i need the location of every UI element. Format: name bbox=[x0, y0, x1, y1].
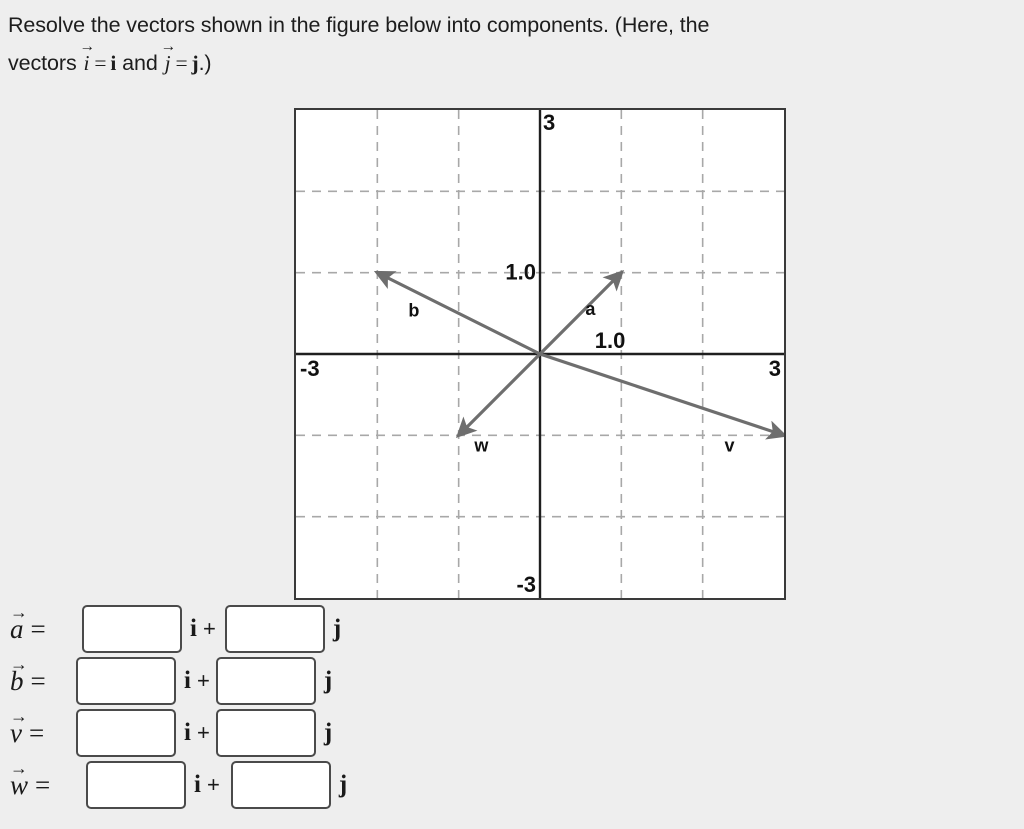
vector-i-italic: → i bbox=[80, 38, 95, 75]
vector-arrow-icon: → bbox=[10, 654, 28, 675]
answer-label-b: → b = bbox=[6, 655, 76, 697]
prompt-line-2: vectors → i = i and → j = j.) bbox=[8, 38, 1018, 82]
unit-vector-i-label: i bbox=[190, 615, 197, 642]
vector-figure: 3 -3 -3 3 1.0 1.0 a b v w bbox=[294, 108, 786, 600]
answer-row-a: → a = i + j bbox=[6, 602, 506, 656]
unit-vector-i-label: i bbox=[194, 771, 201, 798]
question-prompt: Resolve the vectors shown in the figure … bbox=[8, 6, 1018, 82]
vector-label-a: a bbox=[585, 299, 596, 319]
tick-label-y-unit: 1.0 bbox=[505, 260, 536, 285]
tick-label-y-min: -3 bbox=[516, 572, 536, 597]
vector-plot-svg: 3 -3 -3 3 1.0 1.0 a b v w bbox=[296, 110, 784, 598]
vector-arrow-icon: → bbox=[160, 37, 176, 55]
input-b-i-component[interactable] bbox=[76, 657, 176, 705]
answer-label-w: → w = bbox=[6, 759, 76, 801]
input-a-j-component[interactable] bbox=[224, 605, 325, 653]
answer-label-v: → v = bbox=[6, 707, 76, 749]
prompt-conjunction: and bbox=[122, 51, 158, 75]
tick-label-x-unit: 1.0 bbox=[595, 328, 626, 353]
unit-vector-j-label: j bbox=[338, 771, 348, 798]
prompt-line2-prefix: vectors bbox=[8, 51, 77, 75]
input-v-i-component[interactable] bbox=[76, 709, 176, 757]
tick-label-x-max: 3 bbox=[769, 356, 781, 381]
tick-label-y-max: 3 bbox=[543, 110, 555, 135]
unit-vector-j-label: j bbox=[323, 719, 333, 746]
plus-sign: + bbox=[196, 668, 210, 693]
unit-vector-j-bold: j bbox=[191, 51, 199, 75]
unit-vector-j-label: j bbox=[323, 667, 333, 694]
vector-arrow-icon: → bbox=[10, 758, 28, 779]
vector-label-w: w bbox=[473, 436, 489, 456]
answer-form: → a = i + j → b = i + j → v = i + j → w = i + bbox=[6, 602, 506, 810]
vector-arrow-icon: → bbox=[10, 602, 28, 623]
tick-label-x-min: -3 bbox=[300, 356, 320, 381]
unit-vector-i-label: i bbox=[184, 667, 191, 694]
answer-label-a: → a = bbox=[6, 603, 76, 645]
input-a-i-component[interactable] bbox=[82, 605, 182, 653]
input-w-j-component[interactable] bbox=[230, 761, 331, 809]
vector-j-italic: → j bbox=[161, 38, 176, 75]
prompt-line2-suffix: .) bbox=[198, 51, 212, 75]
prompt-line-1: Resolve the vectors shown in the figure … bbox=[8, 13, 710, 37]
unit-vector-j-label: j bbox=[332, 615, 342, 642]
input-w-i-component[interactable] bbox=[86, 761, 186, 809]
plus-sign: + bbox=[206, 772, 220, 797]
answer-row-b: → b = i + j bbox=[6, 654, 506, 708]
unit-vector-i-bold: i bbox=[110, 51, 117, 75]
vector-label-b: b bbox=[408, 301, 419, 321]
equals-sign: = bbox=[35, 769, 51, 800]
answer-row-v: → v = i + j bbox=[6, 706, 506, 760]
answer-row-w: → w = i + j bbox=[6, 758, 506, 812]
plus-sign: + bbox=[202, 616, 216, 641]
input-b-j-component[interactable] bbox=[215, 657, 316, 705]
vector-arrow-icon: → bbox=[10, 706, 28, 727]
unit-vector-i-label: i bbox=[184, 719, 191, 746]
vector-label-v: v bbox=[724, 436, 734, 456]
vector-arrow-icon: → bbox=[79, 37, 95, 55]
plus-sign: + bbox=[196, 720, 210, 745]
input-v-j-component[interactable] bbox=[215, 709, 316, 757]
